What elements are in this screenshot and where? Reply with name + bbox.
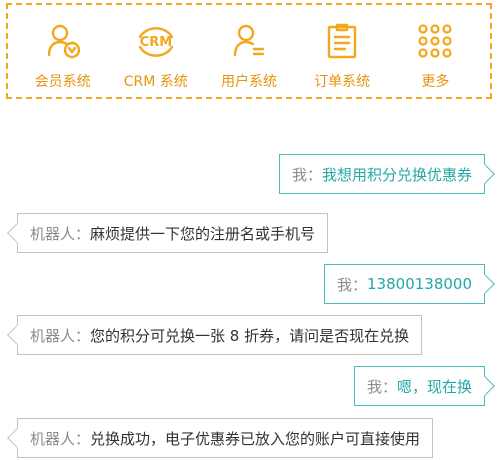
nav-item-order-system[interactable]: 订单系统 [297, 5, 387, 91]
crm-icon-text: CRM [140, 35, 173, 50]
more-icon [413, 19, 457, 63]
message-text: 兑换成功，电子优惠券已放入您的账户可直接使用 [90, 429, 421, 448]
bot-message: 机器人： 兑换成功，电子优惠券已放入您的账户可直接使用 [7, 418, 434, 458]
user-icon [227, 19, 271, 63]
message-text: 我想用积分兑换优惠券 [321, 165, 472, 184]
speaker-label: 机器人： [30, 326, 91, 345]
order-icon [320, 19, 364, 63]
nav-label: 会员系统 [34, 74, 91, 90]
bubble-tail [7, 428, 27, 448]
nav-label: 订单系统 [314, 74, 371, 90]
bubble-tail [7, 223, 27, 243]
message-text: 嗯，现在换 [396, 377, 472, 396]
speaker-label: 我： [291, 165, 322, 184]
message-text: 麻烦提供一下您的注册名或手机号 [90, 224, 316, 243]
nav-label: CRM 系统 [123, 74, 188, 90]
speaker-label: 机器人： [30, 224, 91, 243]
crm-icon: CRM [134, 19, 178, 63]
nav-item-member-system[interactable]: 会员系统 [18, 5, 108, 91]
message-text: 13800138000 [367, 275, 472, 293]
message-text: 您的积分可兑换一张 8 折券，请问是否现在兑换 [90, 326, 410, 345]
user-message: 我： 我想用积分兑换优惠券 [278, 154, 495, 194]
speaker-label: 机器人： [30, 429, 91, 448]
user-message: 我： 嗯，现在换 [353, 366, 495, 406]
nav-label: 用户系统 [220, 74, 277, 90]
system-nav-bar: 会员系统 CRM CRM 系统 用户系统 订单系统 更多 [6, 3, 492, 99]
bubble-tail [475, 164, 495, 184]
bubble-tail [475, 376, 495, 396]
nav-item-user-system[interactable]: 用户系统 [204, 5, 294, 91]
bot-message: 机器人： 麻烦提供一下您的注册名或手机号 [7, 213, 329, 253]
speaker-label: 我： [366, 377, 397, 396]
member-icon [41, 19, 85, 63]
user-message: 我： 13800138000 [324, 264, 495, 304]
bubble-tail [475, 274, 495, 294]
nav-item-more[interactable]: 更多 [390, 5, 480, 91]
speaker-label: 我： [337, 275, 368, 294]
bubble-tail [7, 325, 27, 345]
nav-label: 更多 [421, 74, 450, 90]
nav-item-crm-system[interactable]: CRM CRM 系统 [111, 5, 201, 91]
bot-message: 机器人： 您的积分可兑换一张 8 折券，请问是否现在兑换 [7, 315, 423, 355]
